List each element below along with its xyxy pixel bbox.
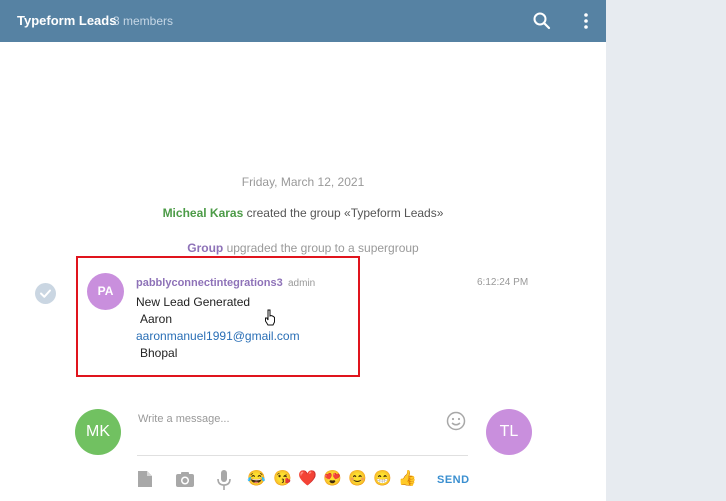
avatar[interactable]: PA — [87, 273, 124, 310]
emoji-kiss-icon[interactable]: 😘 — [273, 470, 292, 487]
mouse-pointer-icon — [264, 309, 276, 331]
service-text: created the group «Typeform Leads» — [243, 206, 444, 220]
search-icon[interactable] — [532, 11, 552, 31]
message-select-check-icon[interactable] — [35, 283, 56, 304]
service-actor[interactable]: Group — [187, 241, 223, 255]
more-vertical-icon[interactable] — [576, 11, 596, 31]
message-sender[interactable]: pabblyconnectintegrations3 — [136, 277, 283, 289]
attach-file-icon[interactable] — [137, 469, 153, 491]
service-actor[interactable]: Micheal Karas — [163, 206, 244, 220]
emoji-blush-icon[interactable]: 😊 — [348, 470, 367, 487]
emoji-thumbs-up-icon[interactable]: 👍 — [398, 470, 417, 487]
camera-icon[interactable] — [175, 469, 195, 491]
emoji-heart-icon[interactable]: ❤️ — [298, 470, 317, 487]
sender-role-badge: admin — [288, 278, 316, 289]
emoji-grin-icon[interactable]: 😁 — [373, 470, 392, 487]
members-count[interactable]: 3 members — [113, 14, 173, 28]
chat-header: Typeform Leads 3 members — [0, 0, 606, 42]
service-text: upgraded the group to a supergroup — [223, 241, 419, 255]
message-input[interactable]: Write a message... — [138, 413, 230, 425]
message-highlight-box — [76, 256, 360, 377]
chat-title[interactable]: Typeform Leads — [17, 13, 116, 28]
emoji-picker-icon[interactable] — [446, 411, 466, 433]
service-message-created: Micheal Karas created the group «Typefor… — [0, 206, 606, 220]
composer-divider — [137, 455, 468, 456]
message-line: New Lead Generated — [136, 295, 251, 309]
message-line: Aaron — [140, 312, 173, 326]
date-separator: Friday, March 12, 2021 — [241, 175, 365, 189]
chat-panel: Typeform Leads 3 members Friday, March 1… — [0, 0, 606, 501]
peer-avatar[interactable]: TL — [486, 409, 532, 455]
emoji-heart-eyes-icon[interactable]: 😍 — [323, 470, 342, 487]
message-line: Bhopal — [140, 346, 178, 360]
my-avatar[interactable]: MK — [75, 409, 121, 455]
service-message-upgraded: Group upgraded the group to a supergroup — [0, 241, 606, 255]
message-email-link[interactable]: aaronmanuel1991@gmail.com — [136, 329, 300, 343]
microphone-icon[interactable] — [216, 469, 232, 491]
message-time: 6:12:24 PM — [477, 277, 529, 288]
send-button[interactable]: SEND — [437, 474, 470, 486]
emoji-joy-icon[interactable]: 😂 — [247, 470, 266, 487]
